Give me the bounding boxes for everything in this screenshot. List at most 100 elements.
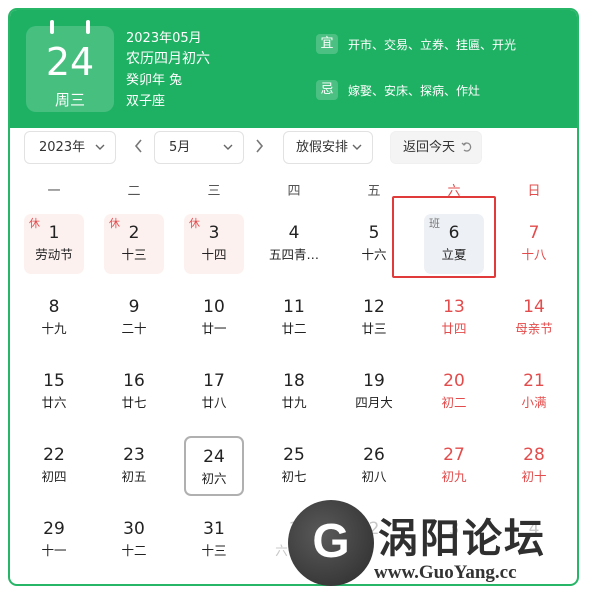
day-cell[interactable]: 25 初七 [264, 436, 324, 496]
chevron-right-icon[interactable] [254, 138, 264, 158]
month-select[interactable]: 5月 [154, 131, 244, 164]
ji-tag: 忌 [316, 80, 338, 100]
day-cell[interactable]: 19 四月大 [344, 362, 404, 422]
lunar-label: 四月大 [355, 395, 393, 410]
day-number: 27 [443, 445, 465, 465]
weekday-label: 一 [47, 184, 61, 199]
day-cell[interactable]: 22 初四 [24, 436, 84, 496]
lunar-label: 初七 [281, 469, 307, 484]
day-cell[interactable]: 28 初十 [504, 436, 564, 496]
day-cell[interactable]: 3 [424, 510, 484, 570]
year-select[interactable]: 2023年 [24, 131, 116, 164]
chevron-down-icon [352, 132, 362, 175]
highlight-box [392, 196, 496, 278]
day-number: 28 [523, 445, 545, 465]
day-number: 19 [363, 371, 385, 391]
day-cell[interactable]: 7 十八 [504, 214, 564, 274]
chevron-down-icon [223, 132, 233, 175]
day-number: 23 [123, 445, 145, 465]
day-cell[interactable]: 30 十二 [104, 510, 164, 570]
lunar-label: 初五 [121, 469, 147, 484]
day-cell[interactable]: 4 五四青… [264, 214, 324, 274]
lunar-label: 初二 [441, 395, 467, 410]
day-number: 1 [48, 223, 60, 243]
day-cell[interactable]: 休 1 劳动节 [24, 214, 84, 274]
yi-tag: 宜 [316, 34, 338, 54]
return-icon [461, 132, 473, 175]
lunar-label: 十九 [41, 321, 67, 336]
day-number: 29 [43, 519, 65, 539]
calendar-header: 24 周三 2023年05月 农历四月初六 癸卯年 兔 双子座 宜 开市、交易、… [10, 10, 577, 128]
day-number: 22 [43, 445, 65, 465]
day-number: 12 [363, 297, 385, 317]
weekday-label: 三 [207, 184, 221, 199]
day-number: 3 [208, 223, 220, 243]
day-cell[interactable]: 休 3 十四 [184, 214, 244, 274]
day-number: 26 [363, 445, 385, 465]
lunar-label: 十三 [201, 543, 227, 558]
day-cell[interactable]: 4 [504, 510, 564, 570]
chevron-down-icon [95, 132, 105, 175]
return-today-button[interactable]: 返回今天 [390, 131, 482, 164]
day-cell[interactable]: 12 廿三 [344, 288, 404, 348]
lunar-label: 五四青… [268, 247, 319, 262]
day-cell[interactable]: 23 初五 [104, 436, 164, 496]
today-day-number: 24 [45, 40, 95, 84]
yi-text: 开市、交易、立券、挂匾、开光 [348, 38, 517, 52]
day-cell[interactable]: 17 廿八 [184, 362, 244, 422]
weekday-label: 日 [527, 184, 541, 199]
day-number: 21 [523, 371, 545, 391]
chevron-left-icon[interactable] [134, 138, 144, 158]
day-number: 16 [123, 371, 145, 391]
holiday-select[interactable]: 放假安排 [283, 131, 373, 164]
day-cell[interactable]: 20 初二 [424, 362, 484, 422]
day-number: 9 [128, 297, 140, 317]
day-cell[interactable]: 18 廿九 [264, 362, 324, 422]
day-number: 2 [368, 519, 380, 539]
lunar-label: 二十 [121, 321, 147, 336]
day-cell[interactable]: 9 二十 [104, 288, 164, 348]
day-cell[interactable]: 14 母亲节 [504, 288, 564, 348]
year-select-value: 2023年 [39, 140, 86, 155]
day-cell[interactable]: 31 十三 [184, 510, 244, 570]
day-cell[interactable]: 10 廿一 [184, 288, 244, 348]
lunar-label: 初八 [361, 469, 387, 484]
day-cell[interactable]: 16 廿七 [104, 362, 164, 422]
lunar-label: 廿二 [281, 321, 307, 336]
weekday-label: 四 [287, 184, 301, 199]
lunar-label: 十八 [521, 247, 547, 262]
return-today-label: 返回今天 [403, 140, 456, 155]
day-number: 25 [283, 445, 305, 465]
lunar-label: 廿四 [441, 321, 467, 336]
day-number: 15 [43, 371, 65, 391]
lunar-label: 初十 [521, 469, 547, 484]
today-date-box: 24 周三 [26, 20, 114, 112]
lunar-label: 初九 [441, 469, 467, 484]
day-number: 8 [48, 297, 60, 317]
day-cell[interactable]: 2 [344, 510, 404, 570]
lunar-label: 廿九 [281, 395, 307, 410]
lunar-info: 2023年05月 农历四月初六 癸卯年 兔 双子座 [126, 28, 210, 112]
day-cell[interactable]: 休 2 十三 [104, 214, 164, 274]
today-weekday: 周三 [54, 91, 85, 109]
day-cell[interactable]: 1 六一… [264, 510, 324, 570]
day-cell[interactable]: 24 初六 [184, 436, 244, 496]
day-cell[interactable]: 13 廿四 [424, 288, 484, 348]
day-cell[interactable]: 8 十九 [24, 288, 84, 348]
day-cell[interactable]: 27 初九 [424, 436, 484, 496]
binder-ring [86, 20, 90, 34]
day-cell[interactable]: 11 廿二 [264, 288, 324, 348]
day-number: 18 [283, 371, 305, 391]
day-number: 11 [283, 297, 305, 317]
lunar-label: 廿八 [201, 395, 227, 410]
ji-text: 嫁娶、安床、探病、作灶 [348, 84, 481, 98]
day-cell[interactable]: 26 初八 [344, 436, 404, 496]
day-cell[interactable]: 15 廿六 [24, 362, 84, 422]
lunar-label: 初四 [41, 469, 67, 484]
lunar-label: 廿七 [121, 395, 147, 410]
day-number: 17 [203, 371, 225, 391]
day-number: 13 [443, 297, 465, 317]
lunar-label: 廿三 [361, 321, 387, 336]
day-cell[interactable]: 21 小满 [504, 362, 564, 422]
day-cell[interactable]: 29 十一 [24, 510, 84, 570]
